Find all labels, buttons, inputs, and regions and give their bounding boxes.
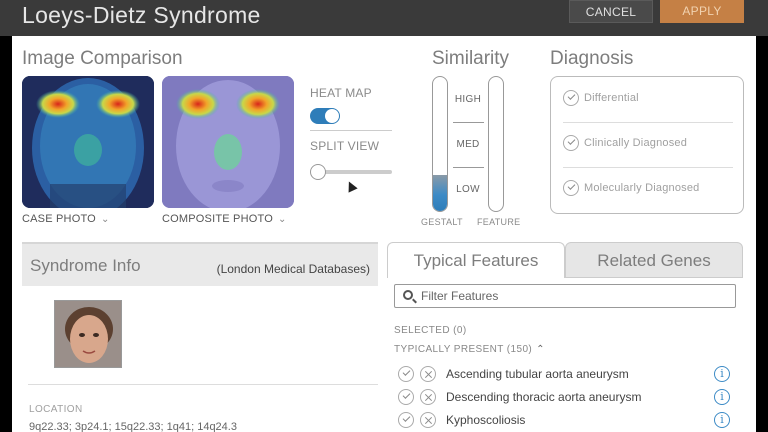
syndrome-face-thumbnail[interactable] bbox=[54, 300, 122, 368]
x-circle-icon[interactable] bbox=[420, 366, 436, 382]
diagnosis-option-label: Clinically Diagnosed bbox=[584, 136, 688, 149]
feature-name: Ascending tubular aorta aneurysm bbox=[446, 367, 629, 381]
similarity-low-label: LOW bbox=[456, 184, 480, 195]
x-circle-icon[interactable] bbox=[420, 412, 436, 428]
mouse-cursor-icon bbox=[344, 179, 358, 193]
page-title: Loeys-Dietz Syndrome bbox=[22, 2, 261, 28]
case-photo-dropdown[interactable]: CASE PHOTO ⌄ bbox=[22, 213, 110, 225]
filter-features-field[interactable] bbox=[394, 284, 736, 308]
diagnosis-option-differential[interactable]: Differential bbox=[563, 90, 639, 106]
similarity-high-label: HIGH bbox=[454, 94, 482, 105]
composite-photo[interactable] bbox=[162, 76, 294, 208]
feature-label: FEATURE bbox=[477, 217, 521, 227]
similarity-tick bbox=[453, 167, 484, 168]
syndrome-info-header: Syndrome Info (London Medical Databases) bbox=[22, 242, 378, 286]
app-frame: Loeys-Dietz Syndrome CANCEL APPLY Image … bbox=[0, 0, 768, 432]
info-icon[interactable]: i bbox=[714, 389, 730, 405]
x-circle-icon[interactable] bbox=[420, 389, 436, 405]
feature-name: Kyphoscoliosis bbox=[446, 413, 526, 427]
syndrome-info-source: (London Medical Databases) bbox=[216, 262, 370, 276]
apply-button[interactable]: APPLY bbox=[660, 0, 744, 23]
split-view-slider-handle[interactable] bbox=[310, 164, 326, 180]
case-photo-label: CASE PHOTO bbox=[22, 213, 96, 225]
toggle-knob bbox=[325, 109, 339, 123]
split-view-label: SPLIT VIEW bbox=[310, 139, 380, 153]
check-circle-icon bbox=[563, 135, 579, 151]
diagnosis-option-label: Differential bbox=[584, 91, 639, 104]
similarity-heading: Similarity bbox=[432, 48, 510, 69]
info-divider bbox=[28, 384, 378, 385]
diagnosis-divider bbox=[563, 122, 733, 123]
feature-row: Kyphoscoliosis i bbox=[398, 410, 738, 430]
gestalt-bar bbox=[432, 76, 448, 212]
typically-present-label: TYPICALLY PRESENT (150) bbox=[394, 344, 533, 355]
diagnosis-box: Differential Clinically Diagnosed Molecu… bbox=[550, 76, 744, 214]
tab-related-genes[interactable]: Related Genes bbox=[565, 242, 743, 278]
heat-map-label: HEAT MAP bbox=[310, 86, 372, 100]
check-circle-icon bbox=[563, 180, 579, 196]
feature-row: Ascending tubular aorta aneurysm i bbox=[398, 364, 738, 384]
check-circle-icon[interactable] bbox=[398, 412, 414, 428]
control-divider bbox=[310, 130, 392, 131]
diagnosis-divider bbox=[563, 167, 733, 168]
info-icon[interactable]: i bbox=[714, 366, 730, 382]
case-photo[interactable] bbox=[22, 76, 154, 208]
location-value: 9q22.33; 3p24.1; 15q22.33; 1q41; 14q24.3 bbox=[29, 421, 237, 432]
tab-divider bbox=[565, 277, 743, 278]
heat-map-toggle[interactable] bbox=[310, 108, 340, 124]
search-icon bbox=[403, 290, 413, 300]
split-view-slider-track[interactable] bbox=[318, 170, 392, 174]
tab-typical-features[interactable]: Typical Features bbox=[387, 242, 565, 278]
feature-row: Descending thoracic aorta aneurysm i bbox=[398, 387, 738, 407]
selected-count-label: SELECTED (0) bbox=[394, 325, 467, 336]
check-circle-icon bbox=[563, 90, 579, 106]
composite-photo-label: COMPOSITE PHOTO bbox=[162, 213, 273, 225]
chevron-up-icon: ⌃ bbox=[536, 344, 545, 355]
check-circle-icon[interactable] bbox=[398, 366, 414, 382]
chevron-down-icon: ⌄ bbox=[100, 214, 110, 225]
location-label: LOCATION bbox=[29, 404, 83, 415]
diagnosis-option-label: Molecularly Diagnosed bbox=[584, 181, 700, 194]
cancel-button[interactable]: CANCEL bbox=[569, 0, 653, 23]
similarity-tick bbox=[453, 122, 484, 123]
top-bar: Loeys-Dietz Syndrome CANCEL APPLY bbox=[0, 0, 768, 36]
info-icon[interactable]: i bbox=[714, 412, 730, 428]
feature-name: Descending thoracic aorta aneurysm bbox=[446, 390, 642, 404]
gestalt-bar-fill bbox=[433, 174, 447, 211]
diagnosis-heading: Diagnosis bbox=[550, 48, 634, 69]
gestalt-label: GESTALT bbox=[421, 217, 463, 227]
check-circle-icon[interactable] bbox=[398, 389, 414, 405]
main-panel: Image Comparison CASE PHOTO ⌄ COMPOSITE … bbox=[12, 36, 756, 432]
diagnosis-option-clinical[interactable]: Clinically Diagnosed bbox=[563, 135, 687, 151]
diagnosis-option-molecular[interactable]: Molecularly Diagnosed bbox=[563, 180, 699, 196]
composite-photo-dropdown[interactable]: COMPOSITE PHOTO ⌄ bbox=[162, 213, 287, 225]
similarity-med-label: MED bbox=[456, 139, 480, 150]
syndrome-info-heading: Syndrome Info bbox=[30, 256, 141, 275]
feature-bar bbox=[488, 76, 504, 212]
typically-present-toggle[interactable]: TYPICALLY PRESENT (150) ⌃ bbox=[394, 344, 545, 355]
image-comparison-heading: Image Comparison bbox=[22, 48, 183, 69]
filter-features-input[interactable] bbox=[421, 288, 721, 304]
chevron-down-icon: ⌄ bbox=[277, 214, 287, 225]
